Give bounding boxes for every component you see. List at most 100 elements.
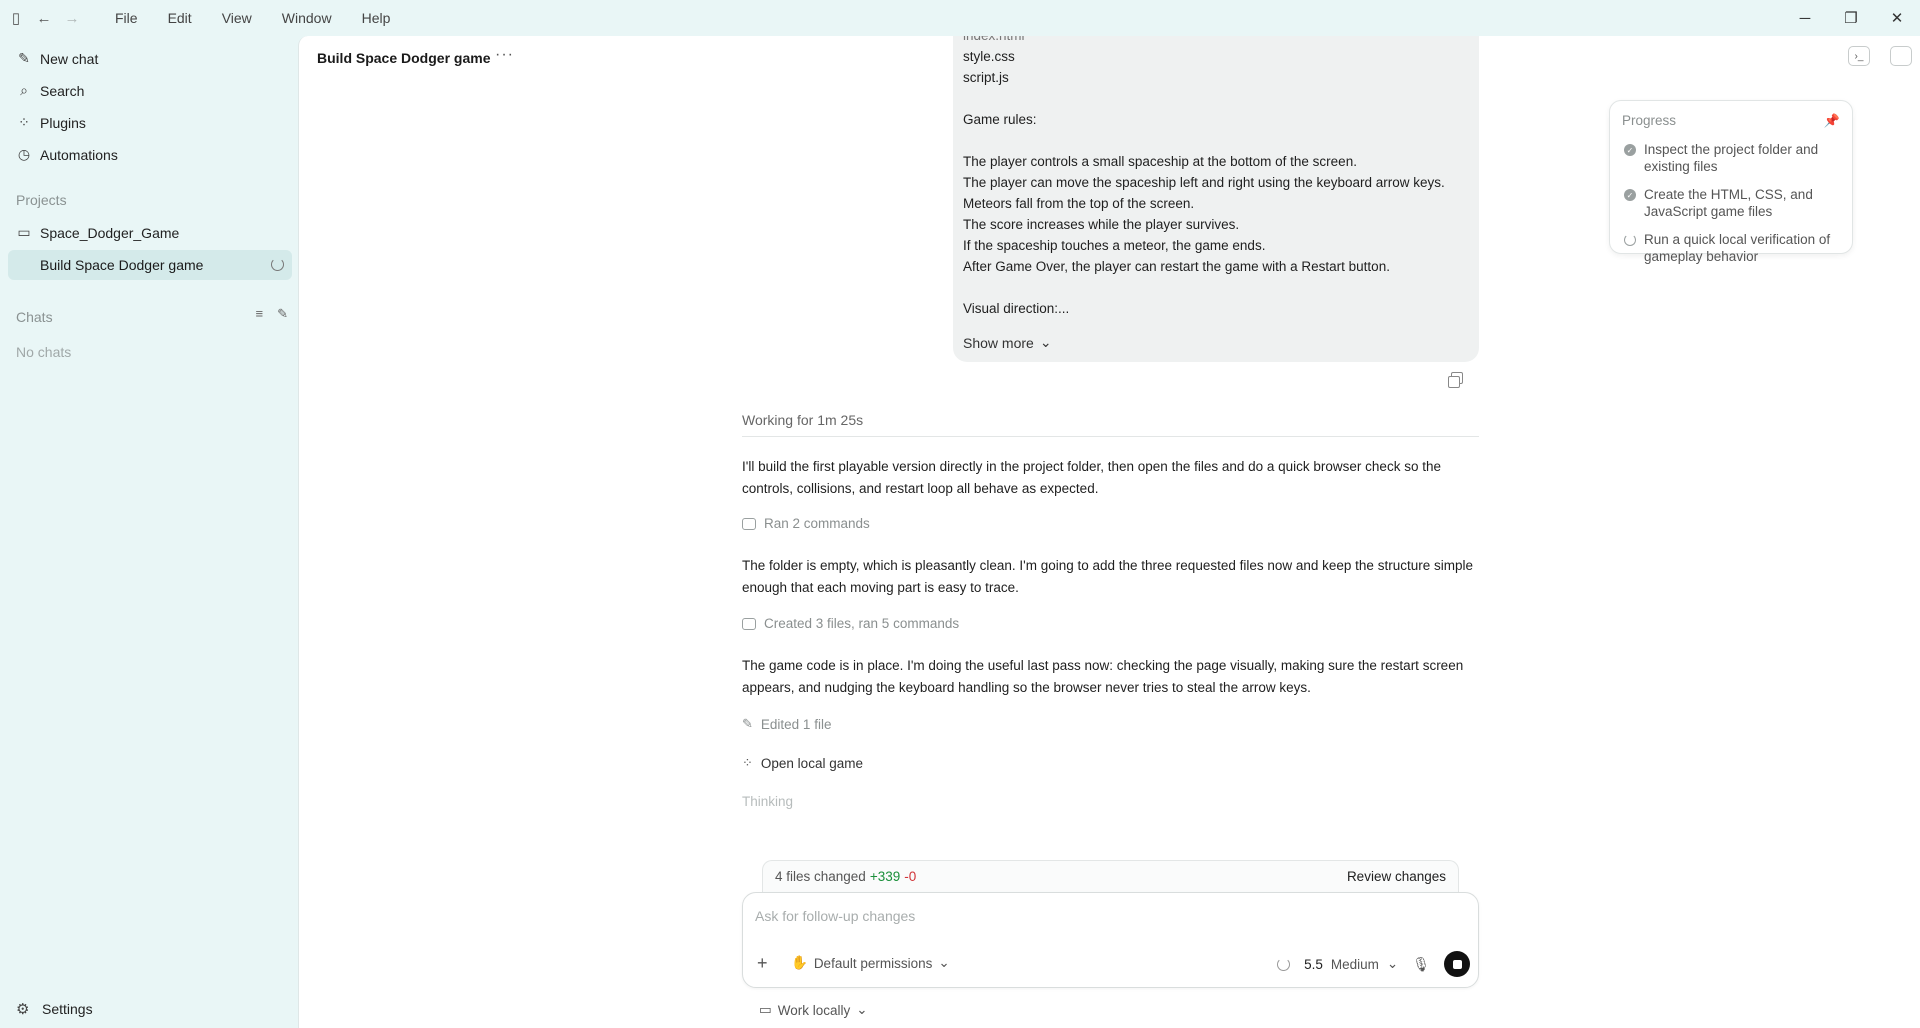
follow-up-input[interactable] — [755, 905, 1455, 927]
progress-step-text: Inspect the project folder and existing … — [1644, 142, 1819, 174]
back-arrow-icon[interactable]: ← — [30, 0, 58, 36]
menu-view[interactable]: View — [207, 0, 267, 36]
permissions-dropdown[interactable]: ✋ Default permissions ⌄ — [791, 955, 950, 971]
assistant-paragraph: I'll build the first playable version di… — [742, 459, 1441, 496]
terminal-icon — [742, 517, 756, 530]
sidebar: ✎ New chat ⌕ Search ⁘ Plugins ◷ Automati… — [0, 36, 298, 1028]
chevron-down-icon: ⌄ — [938, 955, 950, 970]
copy-icon[interactable] — [1448, 372, 1463, 388]
filter-icon[interactable]: ≡ — [256, 306, 264, 322]
composer-controls: 5.5 Medium ⌄ 🎙 — [1277, 951, 1470, 977]
chats-heading: Chats — [16, 309, 53, 325]
menu-bar: File Edit View Window Help — [100, 0, 405, 36]
pencil-icon: ✎ — [742, 716, 753, 731]
progress-step-text: Create the HTML, CSS, and JavaScript gam… — [1644, 187, 1813, 219]
user-message-line: Meteors fall from the top of the screen. — [963, 196, 1195, 211]
projects-heading: Projects — [16, 192, 67, 208]
microphone-icon[interactable]: 🎙 — [1412, 956, 1430, 973]
activity-ran-commands[interactable]: Ran 2 commands — [742, 516, 1482, 531]
check-icon: ✓ — [1624, 189, 1636, 201]
user-message: index.html style.css script.js Game rule… — [953, 36, 1479, 362]
chat-title: Build Space Dodger game — [317, 50, 491, 66]
hand-icon: ✋ — [791, 955, 808, 970]
new-chat-button[interactable]: ✎ New chat — [16, 50, 98, 67]
chevron-down-icon: ⌄ — [856, 1002, 868, 1017]
loading-spinner-icon — [1624, 234, 1636, 246]
user-message-line: The score increases while the player sur… — [963, 217, 1240, 232]
menu-file[interactable]: File — [100, 0, 153, 36]
close-button[interactable]: ✕ — [1874, 0, 1920, 36]
sidebar-item-active-chat[interactable]: Build Space Dodger game — [8, 250, 292, 280]
activity-label: Created 3 files, ran 5 commands — [764, 616, 960, 631]
project-folder-item[interactable]: ▭ Space_Dodger_Game — [16, 224, 179, 241]
activity-edited-file[interactable]: ✎ Edited 1 file — [742, 716, 1482, 732]
gear-icon: ⚙ — [16, 1001, 30, 1018]
menu-edit[interactable]: Edit — [153, 0, 207, 36]
no-chats-text: No chats — [16, 344, 72, 360]
new-chat-small-icon[interactable]: ✎ — [277, 306, 288, 322]
search-icon: ⌕ — [20, 82, 28, 98]
user-message-line: Game rules: — [963, 112, 1037, 127]
automations-label: Automations — [40, 146, 118, 163]
divider — [742, 436, 1479, 437]
plugins-button[interactable]: ⁘ Plugins — [16, 114, 86, 131]
terminal-icon[interactable]: ›_ — [1848, 46, 1870, 66]
pin-icon[interactable]: 📌 — [1824, 113, 1840, 129]
stop-icon — [1452, 959, 1462, 969]
user-message-line: Visual direction:... — [963, 301, 1070, 316]
more-options-icon[interactable]: ··· — [495, 46, 514, 64]
minimize-button[interactable]: ─ — [1782, 0, 1828, 36]
user-message-line: After Game Over, the player can restart … — [963, 259, 1390, 274]
stop-button[interactable] — [1444, 951, 1470, 977]
compose-icon: ✎ — [18, 50, 30, 66]
settings-button[interactable]: ⚙ Settings — [16, 1000, 93, 1018]
progress-step-text: Run a quick local verification of gamepl… — [1644, 232, 1831, 264]
review-changes-button[interactable]: Review changes — [1347, 869, 1446, 884]
menu-window[interactable]: Window — [267, 0, 347, 36]
model-label: 5.5 — [1304, 956, 1323, 972]
chats-actions: ≡ ✎ — [256, 306, 289, 322]
search-button[interactable]: ⌕ Search — [16, 82, 84, 99]
progress-step: ✓ Create the HTML, CSS, and JavaScript g… — [1624, 186, 1844, 220]
open-local-game-link[interactable]: ⁘ Open local game — [742, 755, 1482, 771]
assistant-paragraph: The folder is empty, which is pleasantly… — [742, 558, 1473, 595]
files-changed-count: 4 files changed — [775, 869, 866, 884]
show-more-label: Show more — [963, 334, 1034, 351]
show-more-button[interactable]: Show more ⌄ — [963, 334, 1052, 351]
thinking-indicator: Thinking — [742, 794, 794, 809]
activity-label: Edited 1 file — [760, 716, 832, 732]
user-message-line — [963, 130, 1473, 151]
forward-arrow-icon[interactable]: → — [58, 0, 86, 36]
window-controls: ─ ❐ ✕ — [1782, 0, 1920, 36]
toggle-panel-icon[interactable] — [1890, 46, 1912, 66]
user-message-line: style.css — [963, 49, 1015, 64]
settings-label: Settings — [42, 1001, 93, 1017]
progress-title: Progress — [1622, 113, 1677, 128]
working-status[interactable]: Working for 1m 25s — [742, 412, 1482, 428]
user-message-line — [963, 277, 1473, 298]
composer: + ✋ Default permissions ⌄ 5.5 Medium ⌄ 🎙 — [742, 892, 1479, 988]
user-message-line: The player can move the spaceship left a… — [963, 175, 1445, 190]
work-locally-dropdown[interactable]: ▭ Work locally ⌄ — [759, 1002, 868, 1018]
progress-panel: Progress 📌 ✓ Inspect the project folder … — [1609, 100, 1853, 264]
model-selector[interactable]: 5.5 Medium ⌄ — [1304, 956, 1398, 972]
work-locally-label: Work locally — [777, 1002, 851, 1018]
restore-button[interactable]: ❐ — [1828, 0, 1874, 36]
user-message-line: index.html — [963, 36, 1473, 46]
activity-created-files[interactable]: Created 3 files, ran 5 commands — [742, 616, 1482, 631]
activity-label: Ran 2 commands — [764, 516, 870, 531]
chevron-down-icon: ⌄ — [1039, 334, 1052, 350]
permissions-label: Default permissions — [813, 955, 933, 971]
user-message-line: The player controls a small spaceship at… — [963, 154, 1357, 169]
loading-spinner-icon — [271, 258, 284, 271]
toggle-sidebar-icon[interactable]: ▯ — [2, 0, 30, 36]
menu-help[interactable]: Help — [347, 0, 406, 36]
automations-button[interactable]: ◷ Automations — [16, 146, 118, 163]
folder-icon: ▭ — [17, 224, 31, 240]
laptop-icon: ▭ — [759, 1002, 772, 1017]
check-icon: ✓ — [1624, 144, 1636, 156]
new-chat-label: New chat — [40, 50, 99, 67]
lines-removed: -0 — [904, 869, 917, 884]
add-attachment-icon[interactable]: + — [757, 953, 768, 974]
plugins-icon: ⁘ — [742, 755, 753, 770]
